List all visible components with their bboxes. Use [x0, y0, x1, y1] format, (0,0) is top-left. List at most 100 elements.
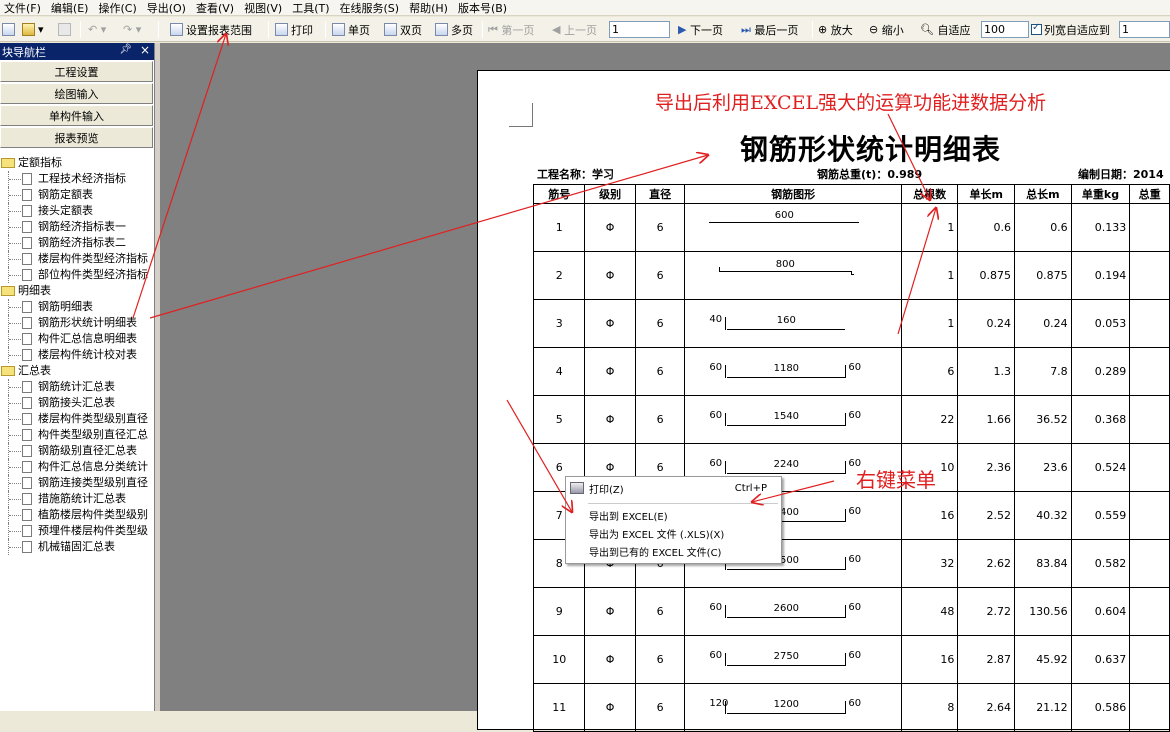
context-menu-export-existing[interactable]: 导出到已有的 EXCEL 文件(C): [566, 542, 781, 561]
nav-button-single-component-input[interactable]: 单构件输入: [0, 105, 153, 126]
tree-item[interactable]: 楼层构件统计校对表: [0, 347, 154, 363]
menu-help[interactable]: 帮助(H): [405, 0, 454, 16]
zoom-in-button[interactable]: ⊕ 放大: [818, 20, 853, 39]
double-page-icon: [384, 23, 397, 36]
tree-connector: [9, 531, 21, 532]
report-table: 筋号 级别 直径 钢筋图形 总根数 单长m 总长m 单重kg 总重 1 Φ 6 600 1 0.6 0.6 0…: [532, 184, 1170, 732]
rebar-shape-drawing: 2750 60 60: [686, 637, 901, 683]
context-menu-export-excel[interactable]: 导出到 EXCEL(E): [566, 506, 781, 525]
menu-export[interactable]: 导出(O): [143, 0, 192, 16]
document-icon: [22, 189, 32, 201]
tree-folder[interactable]: 定额指标: [0, 155, 154, 171]
menu-version[interactable]: 版本号(B): [454, 0, 513, 16]
menu-tools[interactable]: 工具(T): [288, 0, 335, 16]
tree-label: 定额指标: [18, 156, 62, 169]
nav-button-report-preview[interactable]: 报表预览: [0, 127, 153, 148]
report-date: 编制日期：2014: [1078, 168, 1164, 181]
page-number-input[interactable]: 1: [609, 21, 670, 38]
set-report-range-button[interactable]: 设置报表范围: [170, 20, 252, 39]
document-icon: [22, 445, 32, 457]
column-header: 单重kg: [1070, 184, 1131, 204]
tree-item[interactable]: 钢筋级别直径汇总表: [0, 443, 154, 459]
tree-item[interactable]: 钢筋连接类型级别直径: [0, 475, 154, 491]
tree-connector: [9, 227, 21, 228]
last-page-label: 最后一页: [754, 23, 799, 37]
new-file-button[interactable]: [2, 20, 18, 39]
nav-button-project-settings[interactable]: 工程设置: [0, 61, 153, 82]
tree-item[interactable]: 构件汇总信息明细表: [0, 331, 154, 347]
tree-label: 接头定额表: [38, 204, 93, 217]
menu-online-service[interactable]: 在线服务(S): [336, 0, 406, 16]
tree-item[interactable]: 钢筋经济指标表一: [0, 219, 154, 235]
tree-item[interactable]: 机械锚固汇总表: [0, 539, 154, 555]
save-button[interactable]: [58, 20, 74, 39]
cell-total-weight: [1129, 443, 1170, 492]
menu-operation[interactable]: 操作(C): [94, 0, 142, 16]
cell-total-len: 0.875: [1013, 251, 1072, 300]
pin-icon[interactable]: 📌︎: [119, 44, 132, 55]
shape-bend: [725, 316, 727, 330]
tree-item[interactable]: 钢筋接头汇总表: [0, 395, 154, 411]
column-fit-checkbox[interactable]: 列宽自适应到: [1031, 20, 1110, 39]
tree-folder[interactable]: 汇总表: [0, 363, 154, 379]
tree-item[interactable]: 部位构件类型经济指标: [0, 267, 154, 283]
tree-item[interactable]: 工程技术经济指标: [0, 171, 154, 187]
first-page-button[interactable]: ⏮ 第一页: [488, 20, 534, 39]
cell-total-len: 7.8: [1013, 347, 1072, 396]
shape-bend: [845, 700, 847, 714]
cell-unit-wt: 0.053: [1070, 299, 1131, 348]
close-icon[interactable]: ×: [140, 43, 150, 57]
multi-page-button[interactable]: 多页: [435, 20, 473, 39]
next-page-button[interactable]: ▶ 下一页: [678, 20, 723, 39]
tree-item[interactable]: 植筋楼层构件类型级别: [0, 507, 154, 523]
tree-item[interactable]: 接头定额表: [0, 203, 154, 219]
cell-count: 1: [900, 251, 959, 300]
cell-no: 4: [532, 347, 586, 396]
open-file-button[interactable]: ▾: [22, 20, 44, 39]
context-menu-export-xls[interactable]: 导出为 EXCEL 文件 (.XLS)(X): [566, 524, 781, 543]
column-fit-input[interactable]: 1: [1119, 21, 1170, 38]
cell-total-len: 45.92: [1013, 635, 1072, 684]
tree-connector: [9, 467, 21, 468]
tree-item[interactable]: 钢筋定额表: [0, 187, 154, 203]
tree-item[interactable]: 楼层构件类型经济指标: [0, 251, 154, 267]
tree-item[interactable]: 措施筋统计汇总表: [0, 491, 154, 507]
nav-button-drawing-input[interactable]: 绘图输入: [0, 83, 153, 104]
table-header-row: 筋号 级别 直径 钢筋图形 总根数 单长m 总长m 单重kg 总重: [532, 184, 1170, 204]
undo-button[interactable]: ↶ ▾: [88, 20, 106, 39]
prev-page-button[interactable]: ◀ 上一页: [552, 20, 597, 39]
tree-item[interactable]: 钢筋明细表: [0, 299, 154, 315]
magnifier-icon: 🔍︎: [920, 23, 938, 36]
document-icon: [22, 221, 32, 233]
last-page-button[interactable]: ⏭ 最后一页: [741, 20, 798, 39]
tree-item[interactable]: 钢筋形状统计明细表: [0, 315, 154, 331]
tree-folder[interactable]: 明细表: [0, 283, 154, 299]
tree-label: 钢筋经济指标表二: [38, 236, 126, 249]
menu-edit[interactable]: 编辑(E): [47, 0, 95, 16]
redo-button[interactable]: ↷ ▾: [123, 20, 141, 39]
tree-item[interactable]: 构件汇总信息分类统计: [0, 459, 154, 475]
zoom-input[interactable]: 100: [981, 21, 1029, 38]
double-page-button[interactable]: 双页: [384, 20, 422, 39]
print-button[interactable]: 打印: [275, 20, 313, 39]
tree-connector: [9, 403, 21, 404]
menu-file[interactable]: 文件(F): [0, 0, 47, 16]
tree-label: 钢筋统计汇总表: [38, 380, 115, 393]
tree-item[interactable]: 钢筋经济指标表二: [0, 235, 154, 251]
fit-button[interactable]: 🔍︎ 自适应: [920, 20, 970, 39]
context-menu-print[interactable]: 打印(Z) Ctrl+P: [566, 479, 781, 498]
tree-connector: [9, 483, 21, 484]
tree-item[interactable]: 钢筋统计汇总表: [0, 379, 154, 395]
single-page-button[interactable]: 单页: [332, 20, 370, 39]
tree-item[interactable]: 楼层构件类型级别直径: [0, 411, 154, 427]
tree-item[interactable]: 预埋件楼层构件类型级: [0, 523, 154, 539]
menu-view[interactable]: 查看(V): [192, 0, 240, 16]
menu-bar: 文件(F) 编辑(E) 操作(C) 导出(O) 查看(V) 视图(V) 工具(T…: [0, 0, 1170, 16]
tree-label: 措施筋统计汇总表: [38, 492, 126, 505]
cell-no: 2: [532, 251, 586, 300]
first-page-label: 第一页: [501, 23, 535, 37]
zoom-out-button[interactable]: ⊖ 缩小: [869, 20, 904, 39]
cell-total-weight: [1129, 635, 1170, 684]
tree-item[interactable]: 构件类型级别直径汇总: [0, 427, 154, 443]
menu-viewport[interactable]: 视图(V): [240, 0, 288, 16]
